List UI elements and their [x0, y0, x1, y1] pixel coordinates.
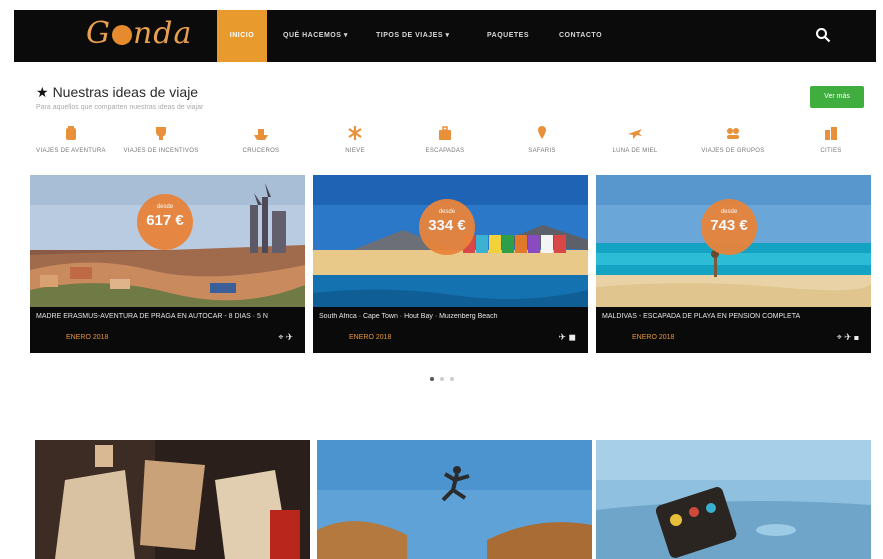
carousel-dot[interactable]: [440, 377, 444, 381]
card-caption: South Africa · Cape Town · Hout Bay · Mu…: [313, 307, 588, 353]
category-safaris[interactable]: SAFARIS: [497, 124, 587, 154]
carousel-dot[interactable]: [430, 377, 434, 381]
section-title: ★ Nuestras ideas de viaje: [36, 84, 198, 101]
category-label: CITIES: [820, 148, 842, 154]
category-label: VIAJES DE INCENTIVOS: [123, 148, 199, 154]
card-title[interactable]: MADRE ERASMUS-AVENTURA DE PRAGA EN AUTOC…: [36, 313, 298, 320]
trophy-icon: [156, 127, 166, 140]
category-luna-de-miel[interactable]: LUNA DE MIEL: [590, 124, 680, 154]
category-label: NIEVE: [345, 148, 365, 154]
price-value: 334 €: [428, 217, 466, 234]
search-icon[interactable]: [815, 27, 831, 43]
card-caption: MADRE ERASMUS-AVENTURA DE PRAGA EN AUTOC…: [30, 307, 305, 353]
category-label: SAFARIS: [528, 148, 556, 154]
nav-contacto[interactable]: CONTACTO: [559, 10, 602, 62]
backpack-icon: [66, 126, 76, 140]
category-incentivos[interactable]: VIAJES DE INCENTIVOS: [116, 124, 206, 154]
card-date: ENERO 2018: [632, 334, 675, 341]
category-grupos[interactable]: VIAJES DE GRUPOS: [688, 124, 778, 154]
nav-tipos-viajes[interactable]: TIPOS DE VIAJES ▾: [376, 10, 449, 62]
carousel-dot[interactable]: [450, 377, 454, 381]
card-date: ENERO 2018: [349, 334, 392, 341]
promo-card-travel-bag[interactable]: [596, 440, 871, 559]
category-label: VIAJES DE AVENTURA: [36, 148, 106, 154]
price-badge: desde 743 €: [701, 199, 757, 255]
nav-inicio[interactable]: INICIO: [217, 10, 267, 62]
see-more-button[interactable]: Ver más: [810, 86, 864, 108]
card-title[interactable]: MALDIVAS - ESCAPADA DE PLAYA EN PENSION …: [602, 313, 864, 320]
ship-icon: [254, 129, 268, 140]
price-prefix: desde: [156, 204, 174, 210]
snowflake-icon: [348, 126, 362, 140]
carousel-dots: [430, 368, 460, 386]
pin-icon: [538, 126, 546, 139]
category-nieve[interactable]: NIEVE: [310, 124, 400, 154]
card-title[interactable]: South Africa · Cape Town · Hout Bay · Mu…: [319, 313, 581, 320]
card-feature-icons: ⌖ ✈: [278, 332, 293, 342]
site-logo[interactable]: Gnda: [86, 16, 192, 51]
price-value: 743 €: [710, 217, 748, 234]
promo-card-adventure[interactable]: [317, 440, 592, 559]
category-aventura[interactable]: VIAJES DE AVENTURA: [26, 124, 116, 154]
card-caption: MALDIVAS - ESCAPADA DE PLAYA EN PENSION …: [596, 307, 871, 353]
suitcase-photo: [596, 440, 871, 559]
jumping-person-photo: [317, 440, 592, 559]
category-label: VIAJES DE GRUPOS: [701, 148, 765, 154]
price-badge: desde 334 €: [419, 199, 475, 255]
star-icon: ★: [36, 84, 49, 100]
promo-card-shopping[interactable]: [35, 440, 310, 559]
price-prefix: desde: [438, 209, 456, 215]
section-title-text: Nuestras ideas de viaje: [52, 84, 199, 100]
trip-card-beach-huts[interactable]: desde 334 € South Africa · Cape Town · H…: [313, 175, 588, 353]
price-prefix: desde: [720, 209, 738, 215]
trip-card-maldives[interactable]: desde 743 € MALDIVAS - ESCAPADA DE PLAYA…: [596, 175, 871, 353]
category-label: LUNA DE MIEL: [612, 148, 658, 154]
trip-card-prague[interactable]: desde 617 € MADRE ERASMUS-AVENTURA DE PR…: [30, 175, 305, 353]
plane-icon: [628, 129, 642, 139]
category-escapadas[interactable]: ESCAPADAS: [400, 124, 490, 154]
category-cities[interactable]: CITIES: [786, 124, 876, 154]
city-icon: [825, 127, 837, 140]
category-label: CRUCEROS: [242, 148, 280, 154]
section-subtitle: Para aquellos que comparten nuestras ide…: [36, 104, 204, 111]
price-value: 617 €: [146, 212, 184, 229]
nav-paquetes[interactable]: PAQUETES: [487, 10, 529, 62]
nav-que-hacemos[interactable]: QUÉ HACEMOS ▾: [283, 10, 348, 62]
top-navbar: Gnda INICIO QUÉ HACEMOS ▾ TIPOS DE VIAJE…: [14, 10, 876, 62]
group-icon: [727, 128, 739, 139]
card-feature-icons: ⌖ ✈ ◼: [836, 332, 859, 342]
suitcase-icon: [439, 126, 451, 140]
category-cruceros[interactable]: CRUCEROS: [216, 124, 306, 154]
shopping-bags-photo: [35, 440, 310, 559]
price-badge: desde 617 €: [137, 194, 193, 250]
category-label: ESCAPADAS: [425, 148, 465, 154]
card-date: ENERO 2018: [66, 334, 109, 341]
card-feature-icons: ✈ ◼: [558, 332, 576, 342]
